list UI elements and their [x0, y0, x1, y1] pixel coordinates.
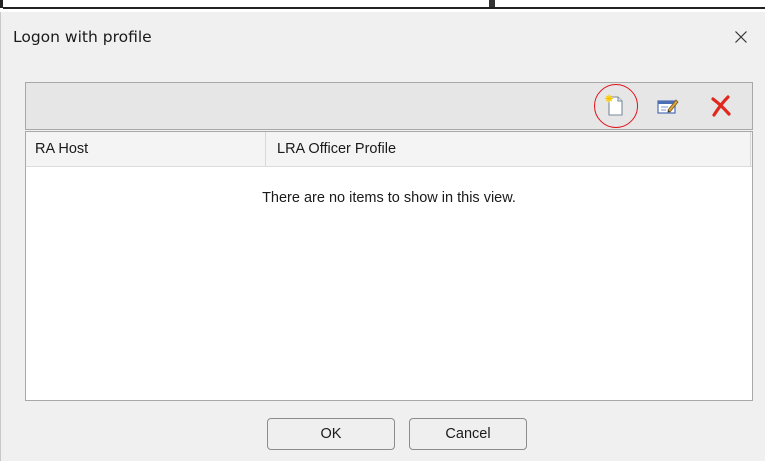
cancel-button[interactable]: Cancel — [409, 418, 527, 450]
profile-toolbar — [25, 82, 753, 130]
profile-list[interactable]: RA Host LRA Officer Profile There are no… — [25, 131, 753, 401]
column-header-ra-host[interactable]: RA Host — [26, 132, 266, 166]
ok-button[interactable]: OK — [267, 418, 395, 450]
new-profile-button[interactable] — [600, 91, 630, 121]
delete-profile-button[interactable] — [706, 91, 736, 121]
column-header-lra-officer-profile[interactable]: LRA Officer Profile — [266, 132, 751, 166]
dialog-title: Logon with profile — [13, 28, 152, 46]
list-header: RA Host LRA Officer Profile — [26, 132, 752, 167]
new-document-icon — [605, 94, 623, 116]
edit-icon — [657, 99, 679, 114]
background-window-edge — [0, 0, 765, 12]
logon-with-profile-dialog: Logon with profile RA Host LRA Officer P… — [0, 12, 765, 461]
delete-icon — [711, 95, 731, 117]
title-bar: Logon with profile — [1, 12, 765, 62]
empty-list-message: There are no items to show in this view. — [262, 190, 516, 206]
edit-profile-button[interactable] — [653, 91, 683, 121]
close-button[interactable] — [726, 22, 756, 52]
close-icon — [735, 31, 747, 43]
background-edge-line — [3, 7, 765, 9]
